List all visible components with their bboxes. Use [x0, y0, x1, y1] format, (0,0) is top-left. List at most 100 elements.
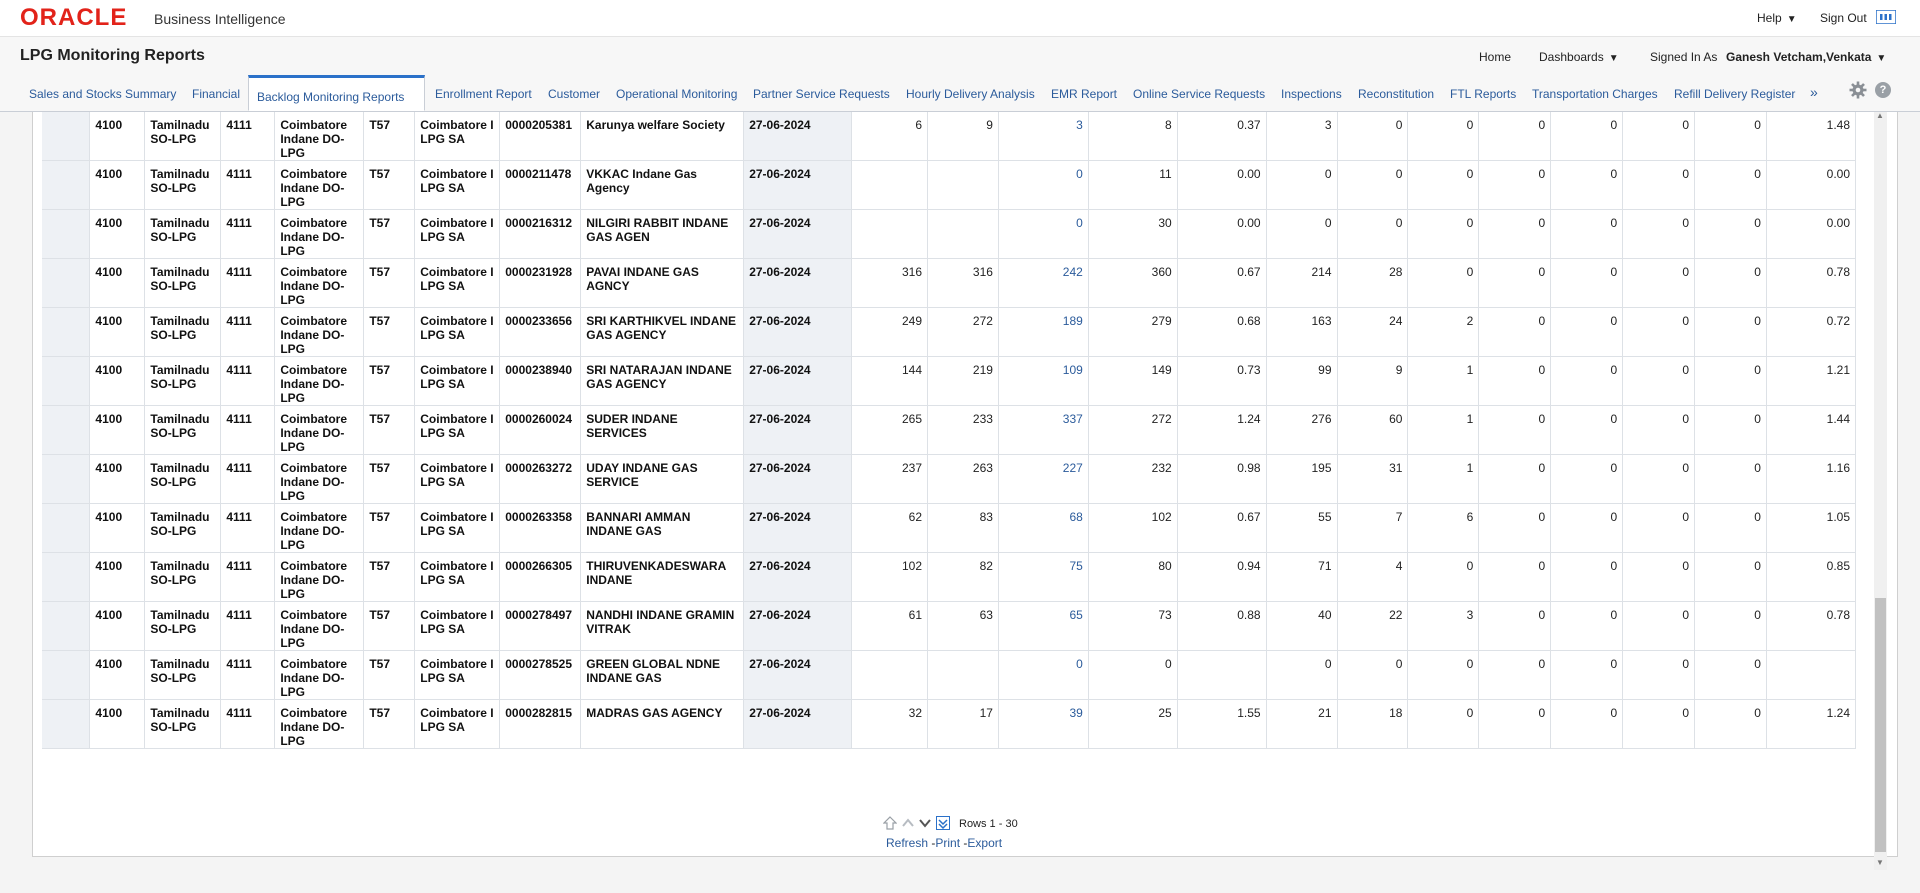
table-cell: 1.24: [1766, 699, 1856, 749]
first-page-icon[interactable]: [883, 816, 897, 830]
previous-page-icon[interactable]: [901, 816, 915, 830]
table-cell: Coimbatore Indane DO-LPG: [274, 258, 365, 308]
drilldown-link-cell[interactable]: 337: [998, 405, 1089, 455]
more-tabs-icon[interactable]: »: [1810, 84, 1818, 100]
help-icon[interactable]: ?: [1875, 82, 1891, 98]
table-cell: Coimbatore I LPG SA: [414, 160, 501, 210]
table-cell: 0: [1478, 209, 1552, 259]
table-cell: 0: [1550, 258, 1624, 308]
table-row: 4100 Tamilnadu SO-LPG 4111 Coimbatore Indan…: [42, 601, 1856, 651]
tab-operational-monitoring[interactable]: Operational Monitoring: [616, 87, 737, 101]
table-cell: 0: [1550, 405, 1624, 455]
tab-customer[interactable]: Customer: [548, 87, 600, 101]
table-cell: 0: [1694, 552, 1767, 602]
table-cell: Tamilnadu SO-LPG: [144, 454, 222, 504]
table-cell: 7: [1337, 503, 1409, 553]
table-cell: VKKAC Indane Gas Agency: [580, 160, 745, 210]
tab-backlog-monitoring-reports[interactable]: Backlog Monitoring Reports: [248, 75, 425, 111]
user-menu[interactable]: Ganesh Vetcham,Venkata ▼: [1726, 50, 1886, 64]
dashboards-menu[interactable]: Dashboards ▼: [1539, 50, 1619, 64]
drilldown-link-cell[interactable]: 0: [998, 160, 1089, 210]
table-cell: GREEN GLOBAL NDNE INDANE GAS: [580, 650, 745, 700]
home-link[interactable]: Home: [1479, 50, 1511, 64]
drilldown-link-cell[interactable]: 109: [998, 356, 1089, 406]
tab-refill-delivery-register[interactable]: Refill Delivery Register: [1674, 87, 1795, 101]
drilldown-link-cell[interactable]: 39: [998, 699, 1089, 749]
table-cell: 1.24: [1177, 405, 1267, 455]
table-cell: 4111: [220, 307, 276, 357]
next-page-icon[interactable]: [918, 816, 932, 830]
table-cell: 0.78: [1766, 258, 1856, 308]
table-cell: 1.55: [1177, 699, 1267, 749]
show-all-rows-icon[interactable]: [936, 816, 950, 830]
table-cell: 27-06-2024: [743, 454, 853, 504]
table-cell: Coimbatore I LPG SA: [414, 258, 501, 308]
tab-financial[interactable]: Financial: [192, 87, 240, 101]
table-cell: 249: [851, 307, 928, 357]
grid-icon[interactable]: [1876, 10, 1896, 24]
oracle-logo[interactable]: ORACLE: [20, 6, 127, 30]
table-cell: 276: [1266, 405, 1338, 455]
table-cell: 0000205381: [499, 112, 582, 161]
tab-emr-report[interactable]: EMR Report: [1051, 87, 1117, 101]
table-cell: Tamilnadu SO-LPG: [144, 160, 222, 210]
tab-inspections[interactable]: Inspections: [1281, 87, 1342, 101]
scroll-down-icon[interactable]: ▼: [1876, 858, 1884, 867]
table-cell: 0: [1550, 209, 1624, 259]
table-cell: Coimbatore Indane DO-LPG: [274, 209, 365, 259]
scroll-up-icon[interactable]: ▲: [1876, 111, 1884, 120]
export-link[interactable]: Export: [967, 836, 1002, 850]
tab-sales-and-stocks-summary[interactable]: Sales and Stocks Summary: [29, 87, 176, 101]
table-cell: 0: [1407, 699, 1480, 749]
scrollbar-thumb[interactable]: [1875, 598, 1886, 852]
tab-partner-service-requests[interactable]: Partner Service Requests: [753, 87, 890, 101]
table-cell: 0: [1550, 503, 1624, 553]
table-row: 4100 Tamilnadu SO-LPG 4111 Coimbatore Indan…: [42, 454, 1856, 504]
drilldown-link-cell[interactable]: 65: [998, 601, 1089, 651]
tab-online-service-requests[interactable]: Online Service Requests: [1133, 87, 1265, 101]
drilldown-link-cell[interactable]: 68: [998, 503, 1089, 553]
tab-hourly-delivery-analysis[interactable]: Hourly Delivery Analysis: [906, 87, 1035, 101]
table-cell: 1.48: [1766, 112, 1856, 161]
table-cell: 4111: [220, 209, 276, 259]
drilldown-link-cell[interactable]: 0: [998, 209, 1089, 259]
table-cell: 17: [927, 699, 999, 749]
table-cell: 0: [1694, 503, 1767, 553]
table-cell: 0: [1478, 307, 1552, 357]
drilldown-link-cell[interactable]: 0: [998, 650, 1089, 700]
table-cell: 4100: [89, 160, 146, 210]
help-menu[interactable]: Help ▼: [1757, 11, 1797, 25]
table-cell: 0.00: [1177, 160, 1267, 210]
table-cell: T57: [363, 552, 416, 602]
drilldown-link-cell[interactable]: 189: [998, 307, 1089, 357]
sign-out-link[interactable]: Sign Out: [1820, 11, 1867, 25]
chevron-down-icon: ▼: [1876, 53, 1887, 64]
tab-transportation-charges[interactable]: Transportation Charges: [1532, 87, 1658, 101]
refresh-link[interactable]: Refresh: [886, 836, 928, 850]
tab-enrollment-report[interactable]: Enrollment Report: [435, 87, 532, 101]
table-cell: 99: [1266, 356, 1338, 406]
table-cell: 0: [1622, 209, 1696, 259]
table-cell: 0: [1622, 552, 1696, 602]
table-cell: 163: [1266, 307, 1338, 357]
table-cell: [927, 650, 999, 700]
table-cell: 4100: [89, 699, 146, 749]
print-link[interactable]: Print: [935, 836, 960, 850]
table-cell: 0000233656: [499, 307, 582, 357]
tab-reconstitution[interactable]: Reconstitution: [1358, 87, 1434, 101]
report-table-scroll[interactable]: 4100 Tamilnadu SO-LPG 4111 Coimbatore Indan…: [42, 112, 1856, 812]
drilldown-link-cell[interactable]: 3: [998, 112, 1089, 161]
tab-ftl-reports[interactable]: FTL Reports: [1450, 87, 1516, 101]
user-name: Ganesh Vetcham,Venkata: [1726, 50, 1872, 64]
gear-icon[interactable]: [1849, 81, 1867, 99]
table-cell: 61: [851, 601, 928, 651]
drilldown-link-cell[interactable]: 242: [998, 258, 1089, 308]
drilldown-link-cell[interactable]: 227: [998, 454, 1089, 504]
drilldown-link-cell[interactable]: 75: [998, 552, 1089, 602]
table-cell: 263: [927, 454, 999, 504]
table-cell: T57: [363, 650, 416, 700]
table-cell: 0: [1088, 650, 1178, 700]
table-cell: 0: [1694, 454, 1767, 504]
table-cell: T57: [363, 454, 416, 504]
table-cell: Coimbatore Indane DO-LPG: [274, 552, 365, 602]
